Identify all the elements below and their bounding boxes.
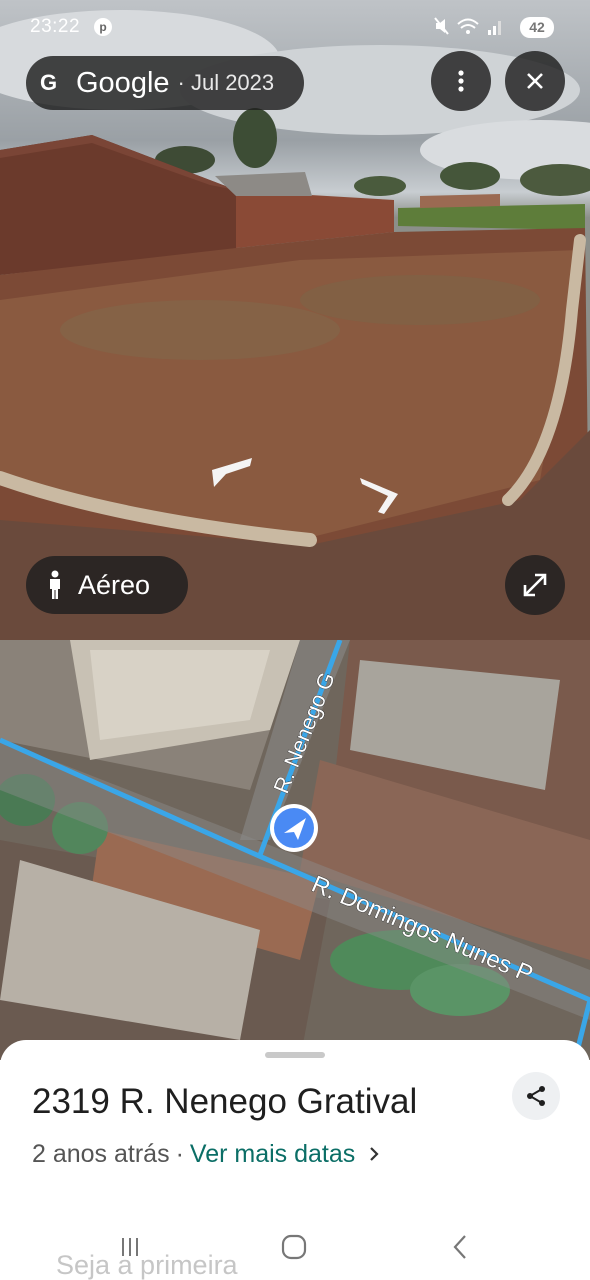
system-status-icons — [434, 16, 506, 41]
chevron-right-icon[interactable] — [369, 1142, 379, 1168]
imagery-date-row: 2 anos atrás · Ver mais datas — [32, 1140, 379, 1169]
battery-indicator: 42 — [520, 17, 554, 38]
aerial-view-button[interactable]: Aéreo — [26, 556, 188, 614]
share-icon — [527, 1086, 545, 1106]
mute-icon — [434, 17, 449, 35]
fullscreen-icon — [523, 573, 547, 597]
close-button[interactable] — [505, 51, 565, 111]
home-icon — [281, 1234, 307, 1260]
recents-button[interactable] — [110, 1227, 150, 1267]
google-g-icon: G — [40, 70, 58, 95]
status-bar: 23:22 p 42 — [0, 0, 590, 56]
sheet-drag-handle[interactable] — [265, 1052, 325, 1058]
system-nav-bar — [0, 1215, 590, 1280]
signal-icon — [488, 21, 501, 35]
close-icon — [527, 73, 543, 89]
more-vert-icon — [458, 70, 464, 92]
navigation-arrow-icon[interactable] — [270, 804, 318, 852]
pinterest-icon: p — [94, 18, 112, 36]
separator-dot: · — [175, 1140, 184, 1168]
back-button[interactable] — [440, 1227, 480, 1267]
recents-icon — [122, 1238, 138, 1256]
aerial-view-label: Aéreo — [78, 569, 151, 600]
status-time: 23:22 — [30, 16, 81, 37]
share-button[interactable] — [512, 1072, 560, 1120]
capture-date: · Jul 2023 — [177, 70, 275, 95]
more-options-button[interactable] — [431, 51, 491, 111]
fullscreen-button[interactable] — [505, 555, 565, 615]
brand-label: Google — [76, 66, 170, 99]
more-dates-link[interactable]: Ver mais datas — [190, 1140, 355, 1169]
satellite-image: R. Nenego G R. Domingos Nunes P — [0, 640, 590, 1060]
imagery-age: 2 anos atrás — [32, 1140, 170, 1168]
home-button[interactable] — [274, 1227, 314, 1267]
aerial-map[interactable]: R. Nenego G R. Domingos Nunes P — [0, 640, 590, 1060]
wifi-icon — [457, 18, 479, 34]
place-address: 2319 R. Nenego Gratival — [32, 1082, 418, 1121]
street-view-panorama[interactable]: 23:22 p 42 G Google · Jul 2023 Aéreo — [0, 0, 590, 640]
back-icon — [453, 1235, 466, 1259]
imagery-source-pill[interactable]: G Google · Jul 2023 — [26, 56, 304, 110]
person-icon — [50, 570, 60, 599]
